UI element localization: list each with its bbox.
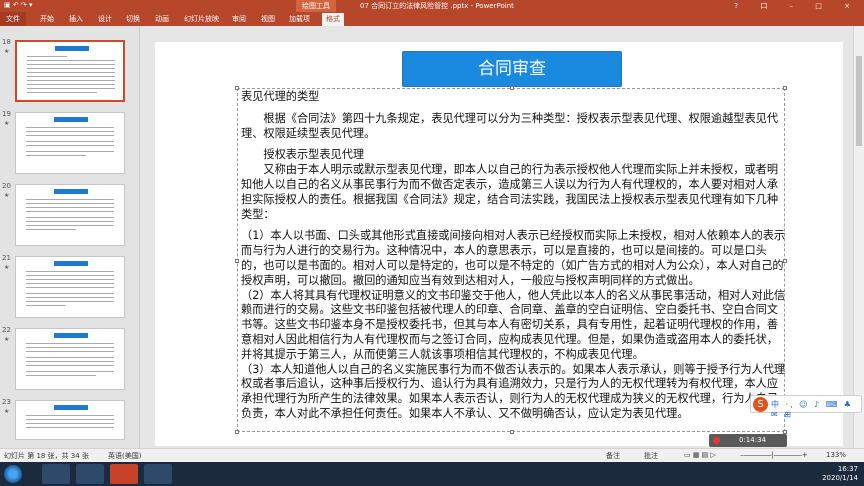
start-button-icon[interactable] xyxy=(4,465,22,483)
wechat-icon[interactable] xyxy=(144,464,172,484)
tab-file[interactable]: 文件 xyxy=(0,12,26,26)
window-title: 07 合同订立的法律风险管控 .pptx - PowerPoint xyxy=(360,2,514,10)
thumb-number: 23 xyxy=(2,398,11,406)
language-indicator[interactable]: 英语(美国) xyxy=(108,451,141,461)
ime-tool-icons[interactable]: 中 ·, ☺ ♪ ⌨ ♣ ✉ ⊞ xyxy=(771,399,861,419)
recording-timer: 0:14:34 xyxy=(739,436,766,444)
slide-editing-area: 合同审查 表见代理的类型 根据《合同法》第四十九条规定，表见代理可以分为三种类型… xyxy=(141,26,853,448)
slide-body-text[interactable]: 表见代理的类型 根据《合同法》第四十九条规定，表见代理可以分为三种类型：授权表示… xyxy=(241,90,787,422)
tab-slideshow[interactable]: 幻灯片放映 xyxy=(184,14,219,24)
subsection-heading: 授权表示型表见代理 xyxy=(241,148,365,162)
chrome-icon[interactable] xyxy=(42,464,70,484)
thumb-number: 21 xyxy=(2,254,11,262)
clock-time: 16:37 xyxy=(837,465,858,473)
windows-taskbar: 16:37 2020/1/14 xyxy=(0,462,864,486)
tab-review[interactable]: 审阅 xyxy=(232,14,246,24)
intro-paragraph: 根据《合同法》第四十九条规定，表见代理可以分为三种类型：授权表示型表见代理、权限… xyxy=(241,111,779,140)
animation-star-icon: ★ xyxy=(4,408,10,415)
slide-thumbnail-pane[interactable]: 18 ★ 19 ★ 20 ★ 21 ★ 22 ★ 23 ★ xyxy=(0,26,140,448)
thumb-number: 20 xyxy=(2,182,11,190)
tab-format[interactable]: 格式 xyxy=(322,13,344,26)
current-slide[interactable]: 合同审查 表见代理的类型 根据《合同法》第四十九条规定，表见代理可以分为三种类型… xyxy=(155,42,843,446)
status-bar: 幻灯片 第 18 张，共 34 张 英语(美国) 备注 批注 ▭ ▦ ▤ ▷ –… xyxy=(0,448,864,462)
animation-star-icon: ★ xyxy=(4,192,10,199)
animation-star-icon: ★ xyxy=(4,48,10,55)
file-explorer-icon[interactable] xyxy=(76,464,104,484)
slide-title[interactable]: 合同审查 xyxy=(403,52,621,86)
slide-thumbnail[interactable] xyxy=(15,184,125,246)
animation-star-icon: ★ xyxy=(4,120,10,127)
slide-thumbnail[interactable] xyxy=(15,112,125,174)
sogou-logo-icon[interactable]: S xyxy=(753,397,768,412)
thumb-number: 18 xyxy=(2,38,11,46)
zoom-level[interactable]: 133% xyxy=(826,451,846,459)
resize-handle[interactable] xyxy=(235,430,239,434)
slide-thumbnail[interactable] xyxy=(15,40,125,102)
title-bar: ▣ ↶ ↷ ▾ 绘图工具 07 合同订立的法律风险管控 .pptx - Powe… xyxy=(0,0,864,12)
context-tab-drawing-tools: 绘图工具 xyxy=(296,0,336,12)
window-controls[interactable]: ? 口 – □ × xyxy=(734,1,860,11)
zoom-slider[interactable]: –――――|――――+ xyxy=(740,451,808,459)
resize-handle[interactable] xyxy=(510,430,514,434)
clock-date: 2020/1/14 xyxy=(822,474,858,482)
notes-button[interactable]: 备注 xyxy=(606,451,620,461)
tab-design[interactable]: 设计 xyxy=(98,14,112,24)
ime-toolbar[interactable]: S 中 ·, ☺ ♪ ⌨ ♣ ✉ ⊞ xyxy=(750,395,862,419)
ribbon-tabs: 文件 开始 插入 设计 切换 动画 幻灯片放映 审阅 视图 加载项 格式 xyxy=(0,12,864,26)
comments-button[interactable]: 批注 xyxy=(644,451,658,461)
type-3-paragraph: （3）本人知道他人以自己的名义实施民事行为而不做否认表示的。如果本人表示承认，则… xyxy=(241,362,786,420)
system-tray-clock[interactable]: 16:37 2020/1/14 xyxy=(822,465,858,483)
tab-transitions[interactable]: 切换 xyxy=(126,14,140,24)
definition-paragraph: 又称由于本人明示或默示型表见代理，即本人以自己的行为表示授权他人代理而实际上并未… xyxy=(241,163,779,221)
type-1-paragraph: （1）本人以书面、口头或其他形式直接或间接向相对人表示已经授权而实际上未授权，相… xyxy=(241,229,786,287)
slide-thumbnail[interactable] xyxy=(15,328,125,390)
slide-thumbnail[interactable] xyxy=(15,256,125,318)
tab-view[interactable]: 视图 xyxy=(261,14,275,24)
tab-animations[interactable]: 动画 xyxy=(155,14,169,24)
tab-home[interactable]: 开始 xyxy=(40,14,54,24)
screen-recording-widget[interactable]: 0:14:34 xyxy=(709,434,787,447)
quick-access-toolbar[interactable]: ▣ ↶ ↷ ▾ xyxy=(4,1,33,9)
resize-handle[interactable] xyxy=(235,259,239,263)
vertical-scrollbar[interactable] xyxy=(853,26,864,448)
animation-star-icon: ★ xyxy=(4,336,10,343)
tab-addins[interactable]: 加载项 xyxy=(289,14,310,24)
slide-counter: 幻灯片 第 18 张，共 34 张 xyxy=(4,452,89,460)
animation-star-icon: ★ xyxy=(4,264,10,271)
thumb-number: 19 xyxy=(2,110,11,118)
slide-thumbnail[interactable] xyxy=(15,400,125,440)
view-buttons[interactable]: ▭ ▦ ▤ ▷ xyxy=(684,451,716,459)
thumb-number: 22 xyxy=(2,326,11,334)
powerpoint-icon[interactable] xyxy=(110,464,138,484)
resize-handle[interactable] xyxy=(235,86,239,90)
section-heading: 表见代理的类型 xyxy=(241,90,320,103)
type-2-paragraph: （2）本人将其具有代理权证明意义的文书印鉴交于他人，他人凭此以本人的名义从事民事… xyxy=(241,288,786,361)
record-icon[interactable] xyxy=(713,437,720,444)
tab-insert[interactable]: 插入 xyxy=(69,14,83,24)
